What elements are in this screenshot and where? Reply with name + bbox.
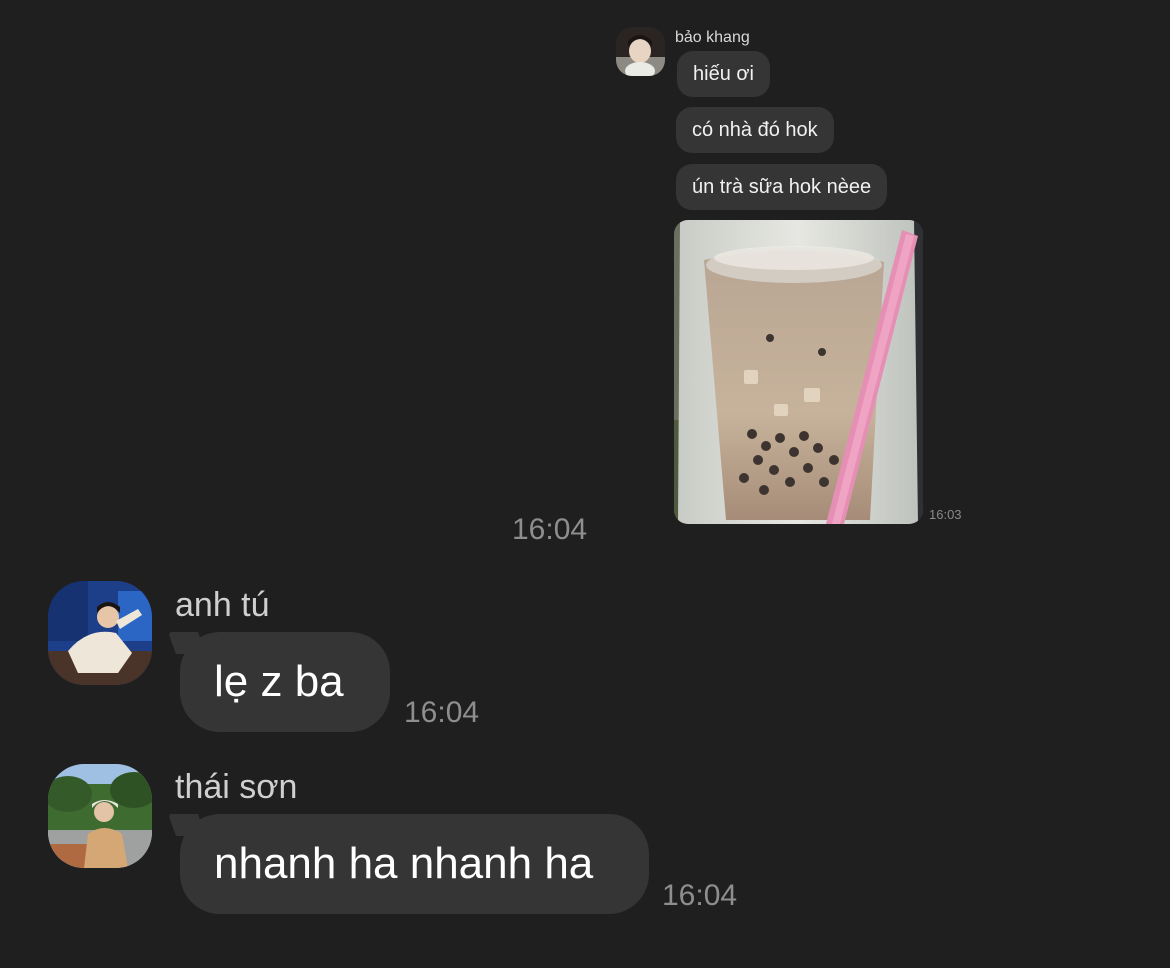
- bao-khang-avatar[interactable]: [616, 27, 665, 76]
- message-bubble[interactable]: lẹ z ba: [167, 632, 390, 732]
- bao-khang-name: bảo khang: [675, 29, 750, 46]
- anh-tu-avatar-image: [48, 581, 152, 685]
- message-bubble[interactable]: hiếu ơi: [677, 51, 770, 97]
- message-text: có nhà đó hok: [692, 119, 818, 141]
- message-text: nhanh ha nhanh ha: [214, 839, 594, 888]
- milk-tea-photo-image: [674, 220, 923, 524]
- message-bubble[interactable]: nhanh ha nhanh ha: [167, 814, 649, 914]
- bubble-tail: [167, 814, 207, 836]
- thai-son-name: thái sơn: [175, 768, 298, 806]
- timestamp: 16:04: [662, 879, 738, 912]
- timestamp: 16:04: [404, 696, 480, 729]
- anh-tu-name: anh tú: [175, 586, 270, 624]
- thai-son-avatar[interactable]: [48, 764, 152, 868]
- timestamp: 16:04: [512, 513, 588, 546]
- milk-tea-photo[interactable]: [674, 220, 923, 524]
- bubble-tail: [167, 632, 207, 654]
- message-bubble[interactable]: có nhà đó hok: [676, 107, 834, 153]
- anh-tu-avatar[interactable]: [48, 581, 152, 685]
- image-timestamp: 16:03: [929, 507, 962, 522]
- thai-son-avatar-image: [48, 764, 152, 868]
- message-bubble[interactable]: ún trà sữa hok nèee: [676, 164, 888, 210]
- message-text: ún trà sữa hok nèee: [692, 176, 872, 198]
- bao-khang-avatar-image: [616, 27, 665, 76]
- message-text: hiếu ơi: [693, 63, 754, 85]
- message-text: lẹ z ba: [214, 657, 344, 706]
